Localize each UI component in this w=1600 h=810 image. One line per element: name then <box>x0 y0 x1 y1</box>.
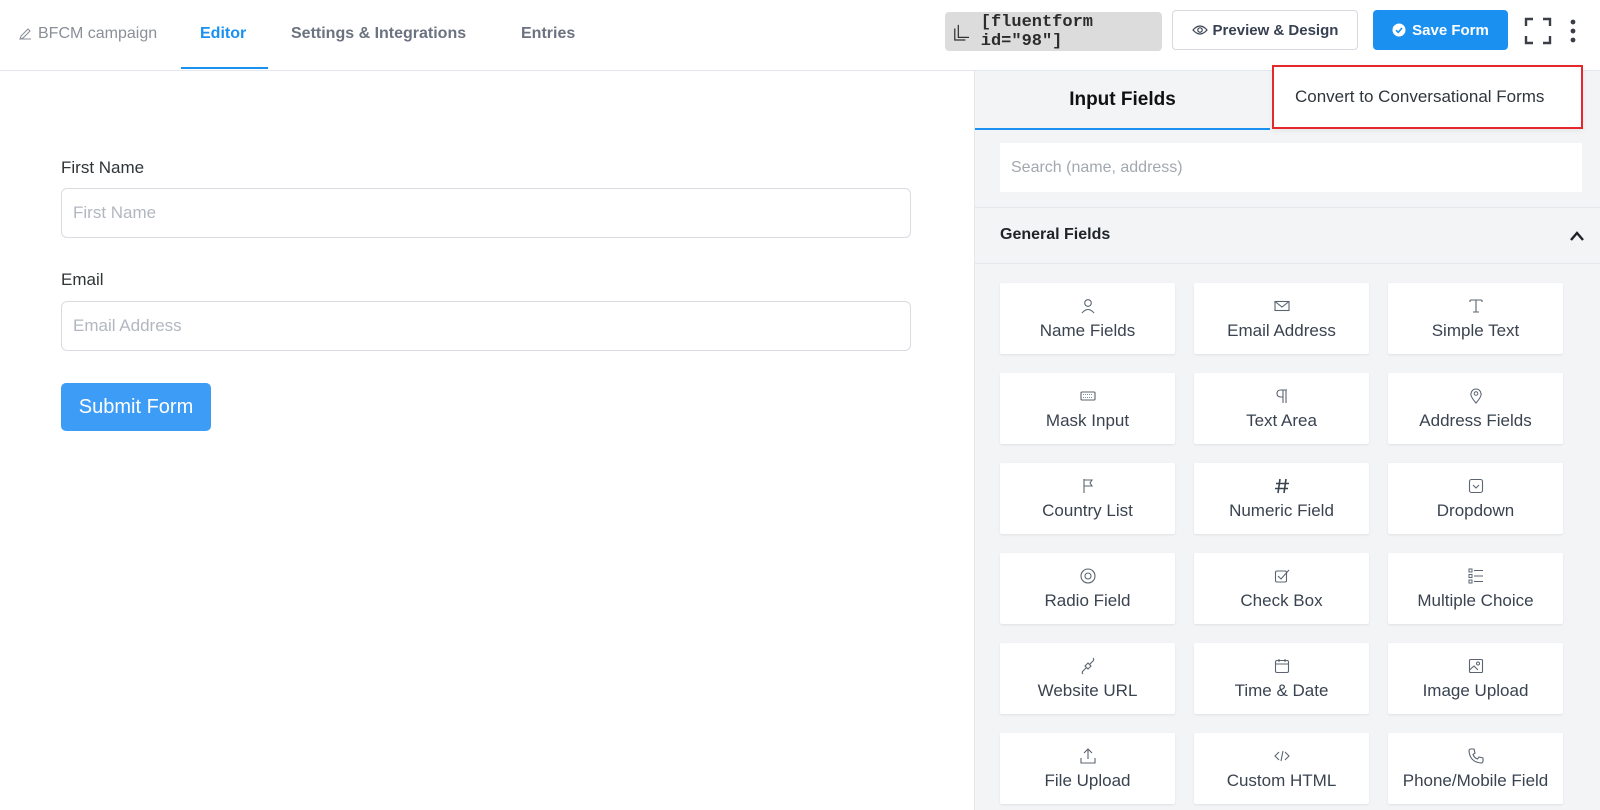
first-name-input[interactable] <box>61 188 911 238</box>
field-card-name-fields[interactable]: Name Fields <box>1000 283 1175 354</box>
field-card-image-upload[interactable]: Image Upload <box>1388 643 1563 714</box>
field-card-label: Numeric Field <box>1229 500 1334 520</box>
map-pin-icon <box>1469 387 1482 404</box>
top-bar: BFCM campaign Editor Settings & Integrat… <box>0 0 1600 71</box>
convert-conversational-menu-item[interactable]: Convert to Conversational Forms <box>1272 65 1583 129</box>
list-icon <box>1468 568 1483 583</box>
preview-design-label: Preview & Design <box>1212 21 1339 39</box>
email-input[interactable] <box>61 301 911 351</box>
envelope-icon <box>1273 300 1290 311</box>
field-card-label: File Upload <box>1044 770 1131 790</box>
code-icon <box>1273 750 1290 761</box>
shortcode-text: [fluentform id="98"] <box>980 12 1093 51</box>
general-fields-header[interactable]: General Fields <box>975 207 1600 264</box>
field-card-label: Radio Field <box>1044 590 1131 610</box>
field-card-mask-input[interactable]: Mask Input <box>1000 373 1175 444</box>
field-card-radio-field[interactable]: Radio Field <box>1000 553 1175 624</box>
field-card-address-fields[interactable]: Address Fields <box>1388 373 1563 444</box>
pencil-icon <box>19 28 31 40</box>
eye-icon <box>1191 25 1208 35</box>
field-card-label: Name Fields <box>1039 320 1136 340</box>
active-tab-indicator <box>181 67 268 69</box>
image-icon <box>1468 658 1483 673</box>
tab-settings-integrations[interactable]: Settings & Integrations <box>291 25 466 43</box>
field-card-label: Multiple Choice <box>1417 590 1534 610</box>
field-card-label: Email Address <box>1227 320 1336 340</box>
text-cursor-icon <box>1468 298 1483 313</box>
tab-entries[interactable]: Entries <box>521 25 575 43</box>
save-form-button[interactable]: Save Form <box>1373 10 1508 50</box>
tab-input-fields[interactable]: Input Fields <box>975 71 1270 130</box>
form-name[interactable]: BFCM campaign <box>18 25 157 43</box>
field-card-custom-html[interactable]: Custom HTML <box>1194 733 1369 804</box>
radio-icon <box>1079 567 1096 584</box>
field-card-text-area[interactable]: Text Area <box>1194 373 1369 444</box>
section-title: General Fields <box>1000 226 1111 243</box>
check-circle-icon <box>1392 23 1406 37</box>
link-icon <box>1081 657 1094 674</box>
hash-icon <box>1274 478 1289 493</box>
field-card-label: Text Area <box>1246 410 1317 430</box>
copy-icon <box>954 24 969 41</box>
fullscreen-icon[interactable] <box>1524 17 1552 45</box>
field-card-label: Image Upload <box>1422 680 1529 700</box>
save-form-label: Save Form <box>1412 21 1489 39</box>
preview-design-button[interactable]: Preview & Design <box>1172 10 1358 50</box>
field-card-multiple-choice[interactable]: Multiple Choice <box>1388 553 1563 624</box>
field-card-file-upload[interactable]: File Upload <box>1000 733 1175 804</box>
shortcode-copy[interactable]: [fluentform id="98"] <box>945 12 1162 51</box>
field-card-phone-mobile-field[interactable]: Phone/Mobile Field <box>1388 733 1563 804</box>
phone-icon <box>1467 747 1484 764</box>
field-card-check-box[interactable]: Check Box <box>1194 553 1369 624</box>
checkbox-icon <box>1274 569 1289 583</box>
form-editor-canvas: First Name Email Submit Form <box>0 71 974 810</box>
fields-panel: Input Fields General Fields Name Fields … <box>974 71 1600 810</box>
field-card-label: Website URL <box>1037 680 1138 700</box>
field-card-label: Mask Input <box>1045 410 1130 430</box>
email-label: Email <box>61 270 104 289</box>
field-card-country-list[interactable]: Country List <box>1000 463 1175 534</box>
tab-editor[interactable]: Editor <box>200 25 246 43</box>
field-card-label: Simple Text <box>1431 320 1520 340</box>
field-card-numeric-field[interactable]: Numeric Field <box>1194 463 1369 534</box>
field-card-simple-text[interactable]: Simple Text <box>1388 283 1563 354</box>
submit-form-button[interactable]: Submit Form <box>61 383 211 431</box>
field-card-label: Time & Date <box>1234 680 1329 700</box>
field-card-dropdown[interactable]: Dropdown <box>1388 463 1563 534</box>
keyboard-icon <box>1079 390 1096 401</box>
person-icon <box>1081 298 1094 313</box>
upload-icon <box>1079 747 1096 764</box>
field-search-input[interactable] <box>1000 143 1582 192</box>
field-card-time-date[interactable]: Time & Date <box>1194 643 1369 714</box>
field-card-website-url[interactable]: Website URL <box>1000 643 1175 714</box>
chevron-up-icon <box>1570 231 1584 241</box>
field-card-label: Dropdown <box>1436 500 1515 520</box>
field-card-label: Custom HTML <box>1226 770 1337 790</box>
field-card-label: Address Fields <box>1419 410 1532 430</box>
field-card-label: Check Box <box>1240 590 1323 610</box>
field-card-label: Country List <box>1042 500 1133 520</box>
dropdown-icon <box>1468 478 1483 493</box>
field-card-label: Phone/Mobile Field <box>1402 770 1549 790</box>
flag-icon <box>1082 478 1093 493</box>
paragraph-icon <box>1275 388 1287 403</box>
first-name-label: First Name <box>61 158 145 177</box>
more-vertical-icon[interactable] <box>1568 18 1578 44</box>
calendar-icon <box>1274 658 1289 673</box>
form-name-label: BFCM campaign <box>38 25 158 42</box>
field-card-email-address[interactable]: Email Address <box>1194 283 1369 354</box>
